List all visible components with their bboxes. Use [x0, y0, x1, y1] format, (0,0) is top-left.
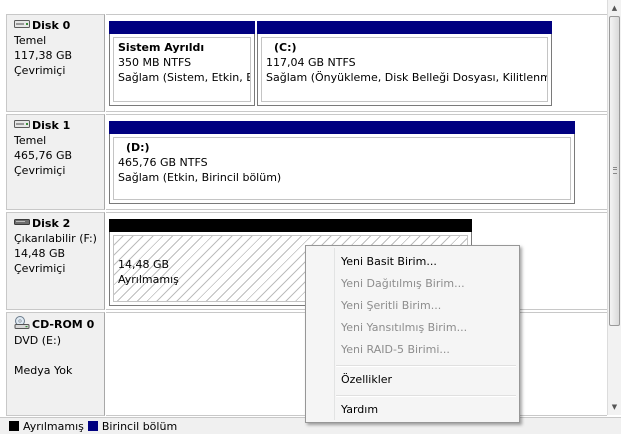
disk-type: Temel	[14, 134, 47, 147]
partition-status: Sağlam (Önyükleme, Disk Belleği Dosyası,…	[266, 71, 548, 84]
primary-partition-bar	[257, 21, 552, 34]
partition-size: 465,76 GB NTFS	[118, 156, 208, 169]
disk-status: Medya Yok	[14, 364, 73, 377]
disk-size: 14,48 GB	[14, 247, 66, 260]
menu-item-new-mirrored-volume[interactable]: Yeni Yansıtılmış Birim...	[341, 321, 467, 334]
primary-partition-bar	[109, 121, 575, 134]
partition-status: Sağlam (Sistem, Etkin, Bir	[118, 71, 251, 84]
menu-item-new-simple-volume[interactable]: Yeni Basit Birim...	[341, 255, 437, 268]
menu-item-new-spanned-volume[interactable]: Yeni Dağıtılmış Birim...	[341, 277, 465, 290]
unallocated-bar	[109, 219, 472, 232]
disk-name: Disk 0	[32, 19, 71, 32]
disk-area-1: (D:) 465,76 GB NTFS Sağlam (Etkin, Birin…	[106, 114, 607, 210]
disk-name: CD-ROM 0	[32, 318, 95, 331]
partition-c[interactable]: (C:) 117,04 GB NTFS Sağlam (Önyükleme, D…	[257, 21, 552, 106]
disk-info-0[interactable]: Disk 0 Temel 117,38 GB Çevrimiçi	[6, 14, 105, 112]
disk-area-0: Sistem Ayrıldı 350 MB NTFS Sağlam (Siste…	[106, 14, 607, 112]
disk-status: Çevrimiçi	[14, 164, 66, 177]
disk-row-1: Disk 1 Temel 465,76 GB Çevrimiçi (D:) 46…	[0, 114, 607, 210]
hard-disk-icon	[14, 18, 30, 33]
disk-type: Temel	[14, 34, 47, 47]
partition-title: (D:)	[126, 141, 150, 154]
menu-separator	[336, 395, 516, 397]
disk-info-1[interactable]: Disk 1 Temel 465,76 GB Çevrimiçi	[6, 114, 105, 210]
disk-status: Çevrimiçi	[14, 64, 66, 77]
menu-item-help[interactable]: Yardım	[341, 403, 378, 416]
disk-size: 465,76 GB	[14, 149, 73, 162]
vertical-scrollbar[interactable]: ▲ ▼	[607, 0, 621, 415]
menu-item-properties[interactable]: Özellikler	[341, 373, 392, 386]
disk-size: 117,38 GB	[14, 49, 73, 62]
disk-row-0: Disk 0 Temel 117,38 GB Çevrimiçi Sistem …	[0, 14, 607, 112]
legend-unallocated-label: Ayrılmamış	[23, 419, 84, 433]
legend-primary-label: Birincil bölüm	[101, 419, 178, 433]
disk-status: Çevrimiçi	[14, 262, 66, 275]
hard-disk-icon	[14, 118, 30, 133]
disk-type: DVD (E:)	[14, 334, 62, 347]
scrollbar-thumb[interactable]	[609, 16, 620, 326]
scroll-down-arrow-icon[interactable]: ▼	[608, 400, 621, 414]
partition-size: 117,04 GB NTFS	[266, 56, 356, 69]
disk-info-2[interactable]: Disk 2 Çıkarılabilir (F:) 14,48 GB Çevri…	[6, 212, 105, 310]
scroll-up-arrow-icon[interactable]: ▲	[608, 1, 621, 15]
disk-info-cdrom[interactable]: CD-ROM 0 DVD (E:) Medya Yok	[6, 312, 105, 416]
cd-rom-icon	[14, 316, 30, 333]
menu-item-new-raid5-volume[interactable]: Yeni RAID-5 Birimi...	[341, 343, 450, 356]
disk-type: Çıkarılabilir (F:)	[14, 232, 97, 245]
primary-partition-legend-swatch	[87, 421, 98, 431]
menu-separator	[336, 365, 516, 367]
partition-title: Sistem Ayrıldı	[118, 41, 205, 54]
partition-size: 350 MB NTFS	[118, 56, 192, 69]
partition-system-reserved[interactable]: Sistem Ayrıldı 350 MB NTFS Sağlam (Siste…	[109, 21, 255, 106]
unallocated-legend-swatch	[9, 421, 19, 431]
partition-title: (C:)	[274, 41, 297, 54]
menu-item-new-striped-volume[interactable]: Yeni Şeritli Birim...	[341, 299, 441, 312]
disk-name: Disk 1	[32, 119, 71, 132]
disk-name: Disk 2	[32, 217, 71, 230]
partition-status: Sağlam (Etkin, Birincil bölüm)	[118, 171, 282, 184]
partition-d[interactable]: (D:) 465,76 GB NTFS Sağlam (Etkin, Birin…	[109, 121, 575, 204]
primary-partition-bar	[109, 21, 255, 34]
removable-disk-icon	[14, 216, 30, 231]
context-menu: Yeni Basit Birim... Yeni Dağıtılmış Biri…	[305, 245, 520, 423]
